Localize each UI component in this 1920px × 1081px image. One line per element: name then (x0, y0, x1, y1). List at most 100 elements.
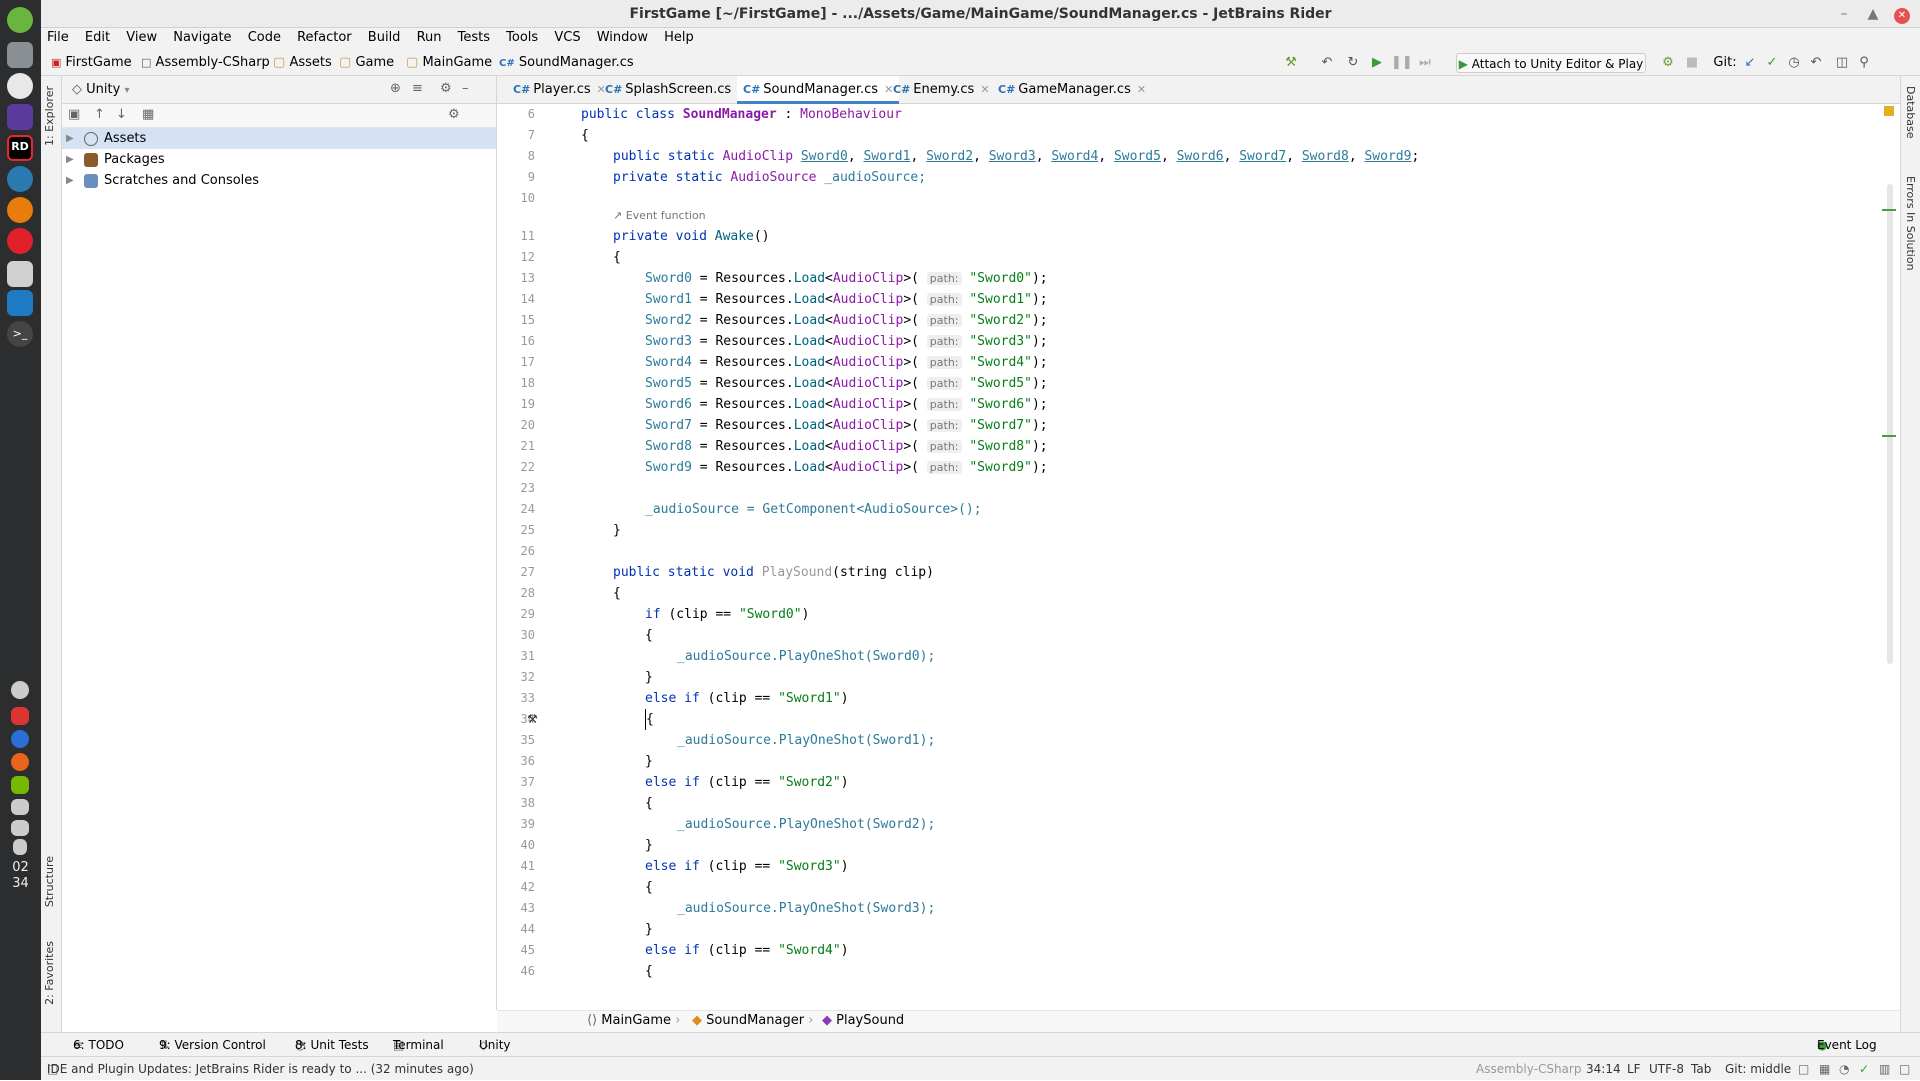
code-line[interactable]: _audioSource = GetComponent<AudioSource>… (645, 499, 982, 520)
music-icon[interactable] (11, 820, 29, 836)
bluetooth-icon[interactable] (11, 730, 29, 748)
code-line[interactable]: } (645, 667, 653, 688)
tab-player[interactable]: C# Player.cs ✕ (507, 76, 612, 104)
nvidia-icon[interactable] (11, 776, 29, 794)
menu-build[interactable]: Build (362, 28, 407, 48)
close-tab-icon[interactable]: ✕ (980, 83, 989, 96)
breadcrumb-method[interactable]: ◆ PlaySound (822, 1013, 904, 1028)
code-line[interactable]: { (645, 961, 653, 982)
project-view-selector[interactable]: ◇ Unity ▾ (72, 82, 129, 97)
minimize-button[interactable]: – (1830, 0, 1858, 28)
expand-arrow-icon[interactable]: ▶ (66, 149, 74, 170)
line-separator[interactable]: LF (1627, 1057, 1641, 1081)
wifi-icon[interactable] (11, 799, 29, 815)
code-line[interactable]: private void Awake() (613, 226, 770, 247)
code-line[interactable]: Sword8 = Resources.Load<AudioClip>( path… (645, 436, 1048, 457)
code-line[interactable]: public static AudioClip Sword0, Sword1, … (613, 146, 1419, 167)
code-line[interactable]: _audioSource.PlayOneShot(Sword2); (677, 814, 935, 835)
expand-arrow-icon[interactable]: ▶ (66, 170, 74, 191)
visual-studio-icon[interactable] (7, 104, 33, 130)
code-line[interactable]: Sword5 = Resources.Load<AudioClip>( path… (645, 373, 1048, 394)
breadcrumb-class[interactable]: ◆ SoundManager › (692, 1013, 813, 1028)
run-icon[interactable]: ▶ (1367, 53, 1387, 73)
event-function-hint[interactable]: ↗ Event function (613, 209, 706, 222)
terminal-icon[interactable]: >_ (7, 321, 33, 347)
code-line[interactable]: Sword0 = Resources.Load<AudioClip>( path… (645, 268, 1048, 289)
steam-tray-icon[interactable] (11, 681, 29, 699)
tree-item-scratches[interactable]: ▶ Scratches and Consoles (62, 170, 496, 191)
code-line[interactable]: public class SoundManager : MonoBehaviou… (581, 104, 902, 125)
back-icon[interactable]: ↶ (1317, 53, 1337, 73)
memory-icon[interactable]: ▦ (1819, 1057, 1830, 1081)
tab-splashscreen[interactable]: C#SplashScreen.cs✕ (599, 76, 752, 104)
collapse-icon[interactable]: ↓ (116, 107, 127, 122)
code-line[interactable]: Sword9 = Resources.Load<AudioClip>( path… (645, 457, 1048, 478)
errors-in-solution-button[interactable]: Errors In Solution (1904, 176, 1917, 271)
code-line[interactable]: else if (clip == "Sword2") (645, 772, 849, 793)
code-line[interactable]: } (645, 751, 653, 772)
code-line[interactable]: else if (clip == "Sword4") (645, 940, 849, 961)
menu-run[interactable]: Run (411, 28, 448, 48)
menu-view[interactable]: View (120, 28, 163, 48)
vscode-icon[interactable] (7, 290, 33, 316)
breadcrumb-solution[interactable]: ▣ FirstGame (51, 50, 132, 76)
shield-tray-icon[interactable] (11, 707, 29, 725)
files-icon[interactable] (7, 42, 33, 68)
gear-icon[interactable]: ⚙ (440, 81, 452, 96)
code-line[interactable]: Sword1 = Resources.Load<AudioClip>( path… (645, 289, 1048, 310)
chrome-icon[interactable] (7, 73, 33, 99)
close-tab-icon[interactable]: ✕ (1137, 83, 1146, 96)
breadcrumb-assets[interactable]: ▢ Assets (273, 50, 332, 76)
scroll-thumb[interactable] (1887, 184, 1893, 664)
database-tool-button[interactable]: Database (1904, 86, 1917, 139)
search-icon[interactable]: ⚲ (1854, 53, 1874, 73)
menu-edit[interactable]: Edit (79, 28, 116, 48)
tree-item-assets[interactable]: ▶ Assets (62, 128, 496, 149)
breadcrumb-maingame[interactable]: ▢ MainGame (406, 50, 492, 76)
lock-icon[interactable]: □ (1798, 1057, 1809, 1081)
code-editor[interactable]: 6 7 8 9 10 11 12 13 14 15 16 17 18 19 20 21 22 23 24 25 26 27… (497, 104, 1900, 1010)
revert-icon[interactable]: ↶ (1806, 53, 1826, 73)
menu-navigate[interactable]: Navigate (167, 28, 237, 48)
code-line[interactable]: else if (clip == "Sword1") (645, 688, 849, 709)
tab-enemy[interactable]: C# Enemy.cs ✕ (887, 76, 996, 104)
editor-scrollbar[interactable] (1880, 104, 1900, 1010)
code-line[interactable]: } (645, 919, 653, 940)
notifications-icon[interactable]: □ (1899, 1057, 1910, 1081)
clock[interactable]: 02 34 (0, 860, 41, 892)
check-icon[interactable]: ✓ (1859, 1057, 1869, 1081)
code-line[interactable]: } (613, 520, 621, 541)
database-icon[interactable]: ▥ (1879, 1057, 1890, 1081)
debug-bug-icon[interactable]: ⚙ (1658, 53, 1678, 73)
layout-icon[interactable]: ◫ (1832, 53, 1852, 73)
pause-icon[interactable]: ❚❚ (1391, 53, 1413, 73)
code-line[interactable]: { (645, 625, 653, 646)
code-line[interactable]: } (645, 835, 653, 856)
expand-icon[interactable]: ↑ (94, 107, 105, 122)
code-line[interactable]: Sword6 = Resources.Load<AudioClip>( path… (645, 394, 1048, 415)
code-line[interactable]: { (645, 877, 653, 898)
code-line[interactable]: { (645, 709, 654, 730)
firefox-tray-icon[interactable] (11, 753, 29, 771)
breadcrumb-game[interactable]: ▢ Game (339, 50, 394, 76)
code-line[interactable]: private static AudioSource _audioSource; (613, 167, 926, 188)
line-number-gutter[interactable]: 6 7 8 9 10 11 12 13 14 15 16 17 18 19 20 21 22 23 24 25 26 27… (497, 104, 577, 1010)
code-line[interactable]: { (613, 247, 621, 268)
explorer-tool-button[interactable]: 1: Explorer (43, 86, 56, 146)
tree-item-packages[interactable]: ▶ Packages (62, 149, 496, 170)
battery-icon[interactable] (13, 839, 27, 855)
status-context[interactable]: Assembly-CSharp (1476, 1057, 1581, 1081)
tab-gamemanager[interactable]: C# GameManager.cs ✕ (992, 76, 1152, 104)
menu-code[interactable]: Code (242, 28, 287, 48)
refresh-icon[interactable]: ↻ (1343, 53, 1363, 73)
hide-panel-icon[interactable]: – (462, 81, 469, 96)
locate-icon[interactable]: ⊕ (390, 81, 401, 96)
menu-window[interactable]: Window (591, 28, 654, 48)
file-encoding[interactable]: UTF-8 (1649, 1057, 1684, 1081)
code-line[interactable]: Sword2 = Resources.Load<AudioClip>( path… (645, 310, 1048, 331)
close-button[interactable]: ✕ (1888, 0, 1916, 28)
git-update-icon[interactable]: ↙ (1740, 53, 1760, 73)
code-line[interactable]: else if (clip == "Sword3") (645, 856, 849, 877)
menu-tests[interactable]: Tests (452, 28, 496, 48)
menu-vcs[interactable]: VCS (548, 28, 586, 48)
